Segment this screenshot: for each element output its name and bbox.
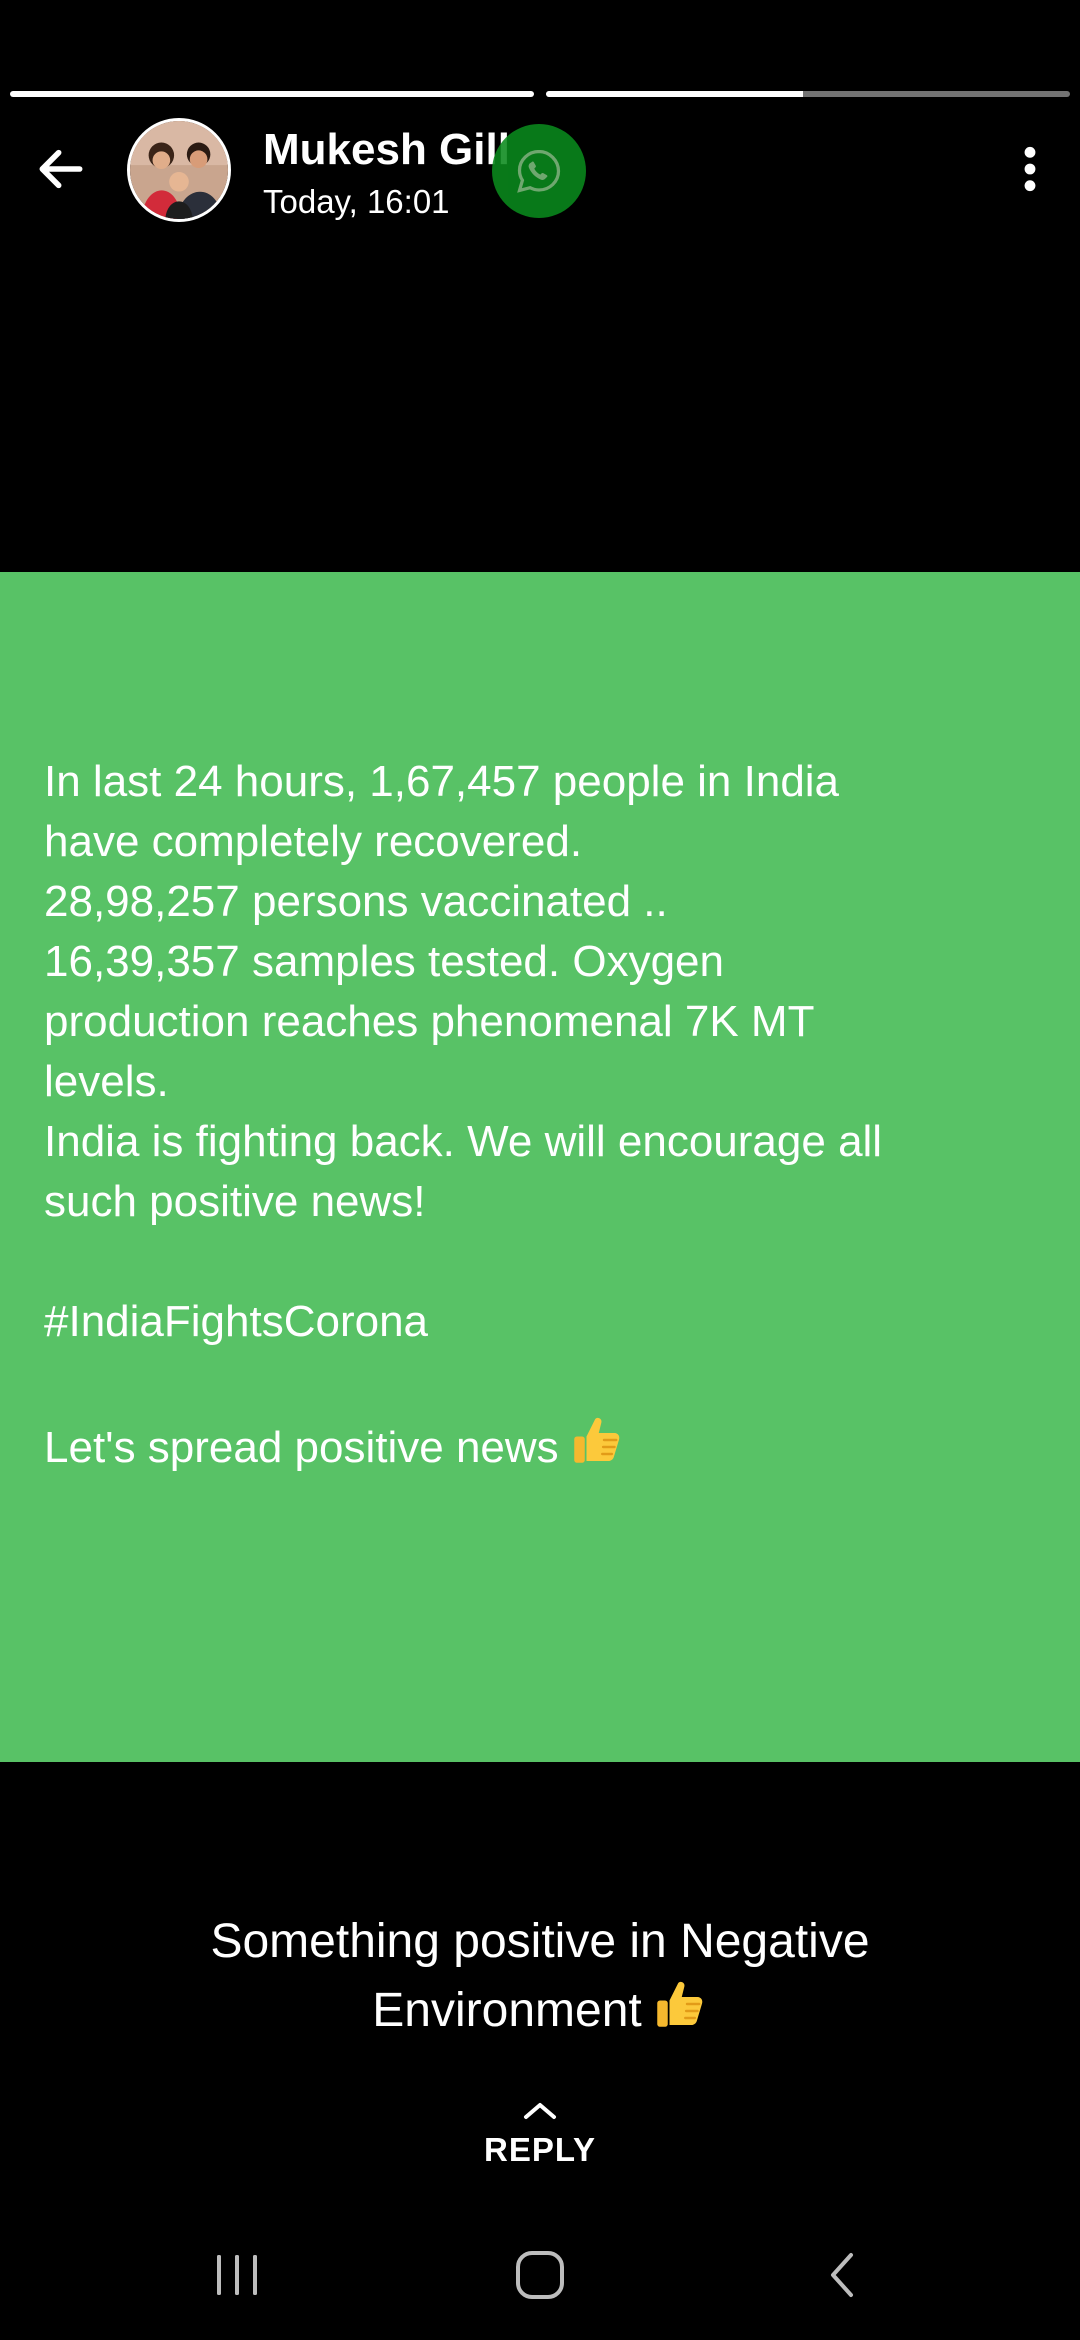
status-line: India is fighting back. We will encourag… bbox=[44, 1117, 883, 1166]
whatsapp-badge[interactable] bbox=[492, 124, 586, 218]
status-line: 28,98,257 persons vaccinated .. bbox=[44, 877, 668, 926]
thumbs-up-icon bbox=[652, 1976, 708, 2051]
status-line: production reaches phenomenal 7K MT bbox=[44, 997, 815, 1046]
more-vertical-icon bbox=[1024, 146, 1036, 192]
status-caption: Something positive in Negative Environme… bbox=[0, 1908, 1080, 2051]
system-nav-bar bbox=[0, 2220, 1080, 2330]
nav-back-icon bbox=[831, 2253, 853, 2297]
caption-line-2-row: Environment bbox=[0, 1976, 1080, 2051]
story-progress-segment-1 bbox=[10, 91, 534, 97]
chevron-up-icon bbox=[524, 2103, 556, 2119]
recents-button[interactable] bbox=[192, 2240, 282, 2310]
story-header: Mukesh Gill Today, 16:01 bbox=[0, 110, 1080, 230]
home-icon bbox=[516, 2251, 564, 2299]
back-button[interactable] bbox=[28, 136, 94, 202]
nav-back-button[interactable] bbox=[797, 2240, 887, 2310]
contact-name: Mukesh Gill bbox=[263, 125, 510, 174]
reply-button[interactable]: REPLY bbox=[440, 2098, 640, 2188]
status-line: In last 24 hours, 1,67,457 people in Ind… bbox=[44, 757, 840, 806]
avatar-photo-icon bbox=[130, 121, 228, 219]
status-line: have completely recovered. bbox=[44, 817, 583, 866]
story-progress bbox=[10, 91, 1070, 97]
story-progress-fill-2 bbox=[546, 91, 803, 97]
reply-label: REPLY bbox=[484, 2131, 596, 2168]
status-hashtag: #IndiaFightsCorona bbox=[44, 1297, 429, 1346]
home-button[interactable] bbox=[495, 2240, 585, 2310]
caption-line-2: Environment bbox=[372, 1984, 642, 2037]
status-line: levels. bbox=[44, 1057, 169, 1106]
status-line: 16,39,357 samples tested. Oxygen bbox=[44, 937, 724, 986]
story-progress-segment-2 bbox=[546, 91, 1070, 97]
more-options-button[interactable] bbox=[1000, 136, 1060, 202]
status-line: such positive news! bbox=[44, 1177, 426, 1226]
arrow-left-icon bbox=[39, 149, 83, 189]
status-text: In last 24 hours, 1,67,457 people in Ind… bbox=[44, 752, 1044, 1484]
thumbs-up-icon bbox=[569, 1412, 625, 1484]
status-card: In last 24 hours, 1,67,457 people in Ind… bbox=[0, 572, 1080, 1762]
status-timestamp: Today, 16:01 bbox=[263, 183, 450, 220]
caption-line-1: Something positive in Negative bbox=[210, 1915, 870, 1968]
avatar[interactable] bbox=[127, 118, 231, 222]
status-closing-text: Let's spread positive news bbox=[44, 1423, 559, 1472]
whatsapp-icon bbox=[517, 149, 561, 193]
recents-icon bbox=[217, 2255, 257, 2295]
status-closing-line: Let's spread positive news bbox=[44, 1412, 1044, 1484]
story-progress-fill-1 bbox=[10, 91, 534, 97]
